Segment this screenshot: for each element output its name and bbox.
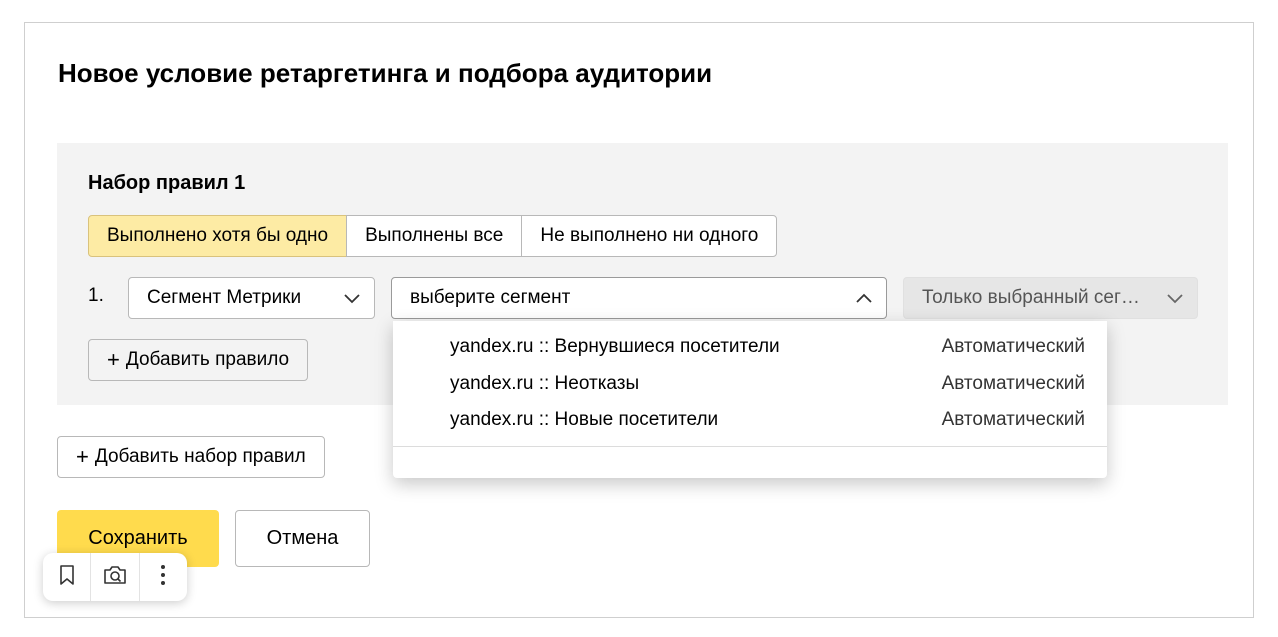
segment-scope-value: Только выбранный сег… xyxy=(922,287,1140,308)
option-name: yandex.ru :: Вернувшиеся посетители xyxy=(450,336,780,357)
dropdown-option[interactable]: yandex.ru :: Неотказы Автоматический xyxy=(450,369,1085,399)
more-button[interactable] xyxy=(140,553,187,601)
camera-search-button[interactable] xyxy=(91,553,140,601)
option-name: yandex.ru :: Новые посетители xyxy=(450,409,719,430)
chevron-down-icon xyxy=(344,292,360,304)
dropdown-option[interactable]: yandex.ru :: Вернувшиеся посетители Авто… xyxy=(450,332,1085,362)
mode-option-none[interactable]: Не выполнено ни одного xyxy=(521,215,778,257)
chevron-up-icon xyxy=(856,292,872,304)
option-name: yandex.ru :: Неотказы xyxy=(450,373,640,394)
ruleset-mode-segmented-control: Выполнено хотя бы одно Выполнены все Не … xyxy=(88,215,778,257)
page-title: Новое условие ретаргетинга и подбора ауд… xyxy=(58,58,713,88)
segment-dropdown-list: yandex.ru :: Вернувшиеся посетители Авто… xyxy=(393,321,1107,478)
segment-scope-select[interactable]: Только выбранный сег… xyxy=(903,277,1198,319)
floating-toolbar xyxy=(43,553,187,601)
option-kind: Автоматический xyxy=(941,373,1085,394)
cancel-button[interactable]: Отмена xyxy=(235,510,370,567)
plus-icon: + xyxy=(107,347,120,372)
rule-number: 1. xyxy=(88,285,104,306)
add-ruleset-button[interactable]: + Добавить набор правил xyxy=(57,436,325,478)
dropdown-divider xyxy=(393,446,1107,447)
camera-search-icon xyxy=(102,564,128,591)
ruleset-title: Набор правил 1 xyxy=(88,172,246,194)
bookmark-icon xyxy=(59,564,75,590)
segment-select[interactable]: выберите сегмент xyxy=(391,277,887,319)
add-ruleset-label: Добавить набор правил xyxy=(94,446,306,467)
more-vertical-icon xyxy=(160,564,166,591)
plus-icon: + xyxy=(76,444,89,469)
dropdown-option[interactable]: yandex.ru :: Новые посетители Автоматиче… xyxy=(450,405,1085,435)
mode-option-any[interactable]: Выполнено хотя бы одно xyxy=(88,215,348,257)
add-rule-button[interactable]: + Добавить правило xyxy=(88,339,309,381)
option-kind: Автоматический xyxy=(941,409,1085,430)
chevron-down-icon xyxy=(1167,292,1183,304)
segment-select-placeholder: выберите сегмент xyxy=(410,287,571,308)
bookmark-button[interactable] xyxy=(43,553,92,601)
option-kind: Автоматический xyxy=(941,336,1085,357)
add-rule-label: Добавить правило xyxy=(125,349,290,370)
rule-type-select[interactable]: Сегмент Метрики xyxy=(128,277,375,319)
mode-option-all[interactable]: Выполнены все xyxy=(346,215,523,257)
rule-type-value: Сегмент Метрики xyxy=(147,287,302,308)
